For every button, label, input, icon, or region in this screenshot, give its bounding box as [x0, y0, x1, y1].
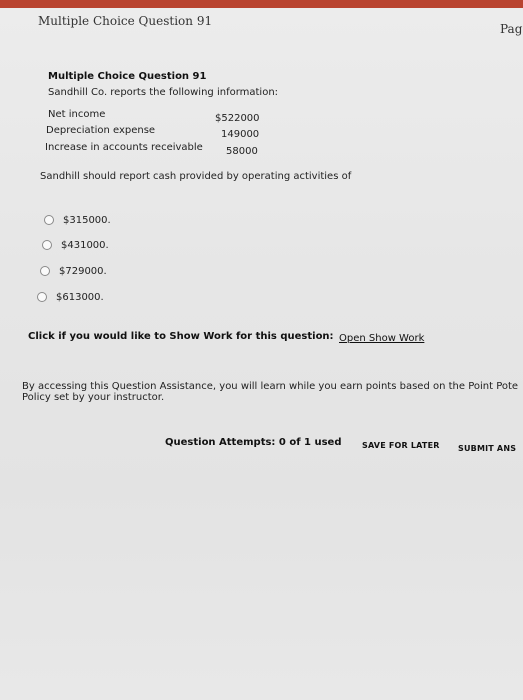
radio-button[interactable] — [42, 240, 52, 250]
answer-option-label: $315000. — [63, 214, 111, 226]
answer-option-label: $613000. — [56, 291, 104, 303]
question-attempts: Question Attempts: 0 of 1 used — [165, 437, 342, 448]
info-value-receivable: 58000 — [226, 146, 258, 157]
answer-option-label: $431000. — [61, 239, 109, 251]
radio-button[interactable] — [40, 266, 50, 276]
question-assistance-notice: By accessing this Question Assistance, y… — [22, 381, 519, 403]
question-prompt: Sandhill should report cash provided by … — [40, 171, 352, 182]
answer-option-c[interactable]: $729000. — [40, 264, 107, 278]
submit-answer-button[interactable]: SUBMIT ANS — [458, 444, 516, 453]
radio-button[interactable] — [44, 215, 54, 225]
info-value-depreciation: 149000 — [221, 129, 260, 140]
header-title: Multiple Choice Question 91 — [38, 14, 213, 28]
info-label-receivable: Increase in accounts receivable — [45, 142, 203, 153]
assignment-page: Multiple Choice Question 91 Page Multipl… — [0, 0, 523, 700]
page-label: Page — [500, 22, 523, 36]
info-label-depreciation: Depreciation expense — [46, 125, 156, 136]
question-intro: Sandhill Co. reports the following infor… — [48, 87, 279, 98]
answer-option-d[interactable]: $613000. — [37, 290, 104, 304]
save-for-later-button[interactable]: SAVE FOR LATER — [362, 441, 440, 450]
show-work-prompt: Click if you would like to Show Work for… — [28, 331, 334, 342]
answer-option-label: $729000. — [59, 265, 107, 277]
radio-button[interactable] — [37, 292, 47, 302]
open-show-work-link[interactable]: Open Show Work — [339, 333, 424, 344]
info-value-net-income: $522000 — [215, 113, 260, 124]
top-border — [0, 0, 523, 8]
answer-option-b[interactable]: $431000. — [42, 238, 109, 252]
question-title: Multiple Choice Question 91 — [48, 71, 207, 82]
info-label-net-income: Net income — [48, 109, 106, 120]
answer-option-a[interactable]: $315000. — [44, 213, 111, 227]
